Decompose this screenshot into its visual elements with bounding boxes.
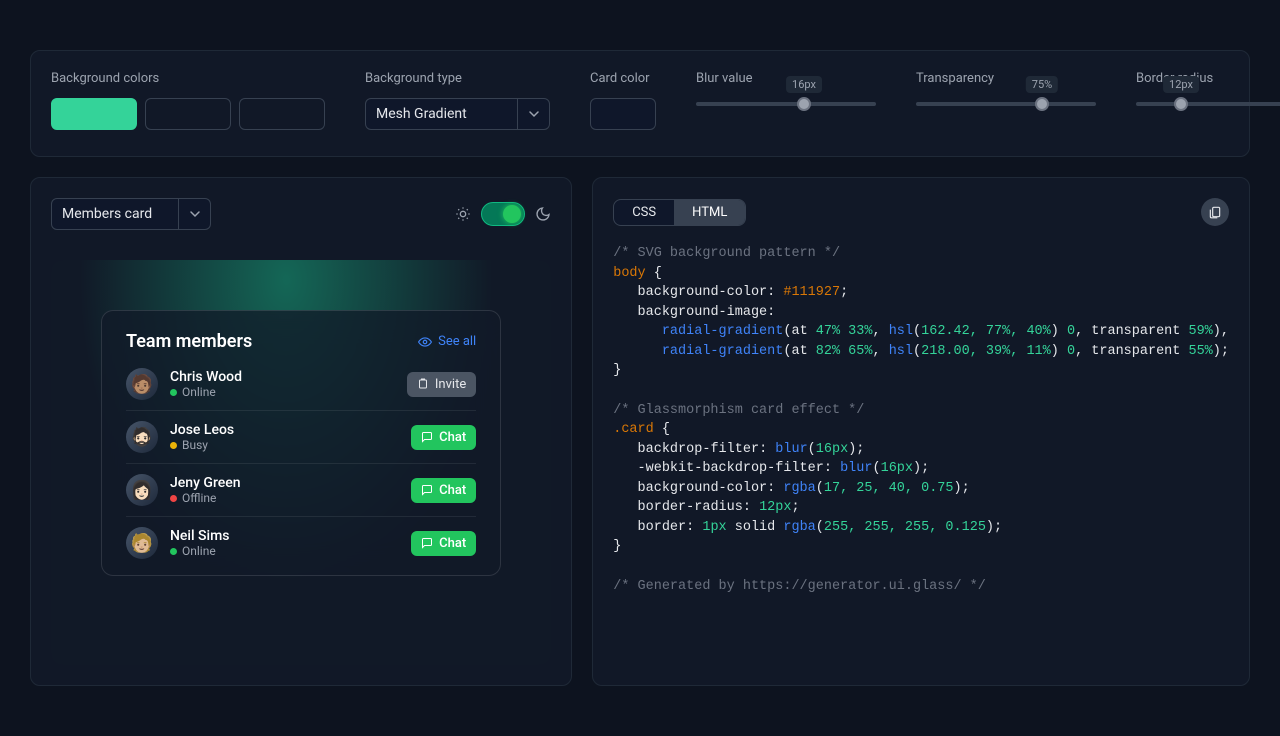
chat-icon [421, 431, 433, 443]
transparency-slider[interactable]: 75% [916, 98, 1096, 106]
code-tabs: CSS HTML [613, 199, 746, 226]
member-status: Busy [170, 438, 234, 452]
avatar: 👩🏻 [126, 474, 158, 506]
slider-thumb[interactable] [1174, 97, 1188, 111]
invite-icon [417, 378, 429, 390]
member-name: Jose Leos [170, 422, 234, 438]
card-color-group: Card color [590, 71, 656, 130]
member-row: 🧑🏽 Chris WoodOnline Invite [126, 358, 476, 410]
glass-card: Team members See all 🧑🏽Chris WoodOnlineI… [101, 310, 501, 576]
card-color-swatch[interactable] [590, 98, 656, 130]
transparency-value-badge: 75% [1026, 76, 1058, 93]
action-label: Chat [439, 430, 466, 445]
card-type-select[interactable]: Members card [51, 198, 211, 230]
controls-panel: Background colors Background type Mesh G… [30, 50, 1250, 157]
invite-button[interactable]: Invite [407, 372, 476, 397]
status-dot-icon [170, 442, 177, 449]
member-status: Offline [170, 491, 241, 505]
bg-color-swatch-1[interactable] [51, 98, 137, 130]
action-label: Chat [439, 483, 466, 498]
member-name: Chris Wood [170, 369, 242, 385]
theme-switch [455, 202, 551, 226]
bg-type-select[interactable]: Mesh Gradient [365, 98, 550, 130]
bg-type-label: Background type [365, 71, 550, 86]
eye-icon [418, 335, 432, 349]
bg-type-value: Mesh Gradient [376, 106, 467, 122]
chevron-down-icon [178, 199, 210, 229]
slider-thumb[interactable] [797, 97, 811, 111]
action-label: Chat [439, 536, 466, 551]
tab-html[interactable]: HTML [674, 200, 745, 225]
chat-button[interactable]: Chat [411, 425, 476, 450]
card-type-value: Members card [62, 206, 152, 222]
code-output: /* SVG background pattern */ body { back… [613, 244, 1229, 596]
avatar: 🧔🏻 [126, 421, 158, 453]
bg-color-swatches [51, 98, 325, 130]
chat-icon [421, 537, 433, 549]
bg-type-group: Background type Mesh Gradient [365, 71, 550, 130]
dark-mode-toggle[interactable] [481, 202, 525, 226]
chat-button[interactable]: Chat [411, 531, 476, 556]
slider-thumb[interactable] [1035, 97, 1049, 111]
blur-slider[interactable]: 16px [696, 98, 876, 106]
radius-group: Border radius 12px [1136, 71, 1280, 106]
bg-colors-group: Background colors [51, 71, 325, 130]
member-row: 🧔🏻 Jose LeosBusy Chat [126, 410, 476, 463]
bg-color-swatch-2[interactable] [145, 98, 231, 130]
see-all-link[interactable]: See all [418, 334, 476, 349]
chat-icon [421, 484, 433, 496]
bg-colors-label: Background colors [51, 71, 325, 86]
member-name: Jeny Green [170, 475, 241, 491]
member-status: Online [170, 385, 242, 399]
avatar: 🧑🏽 [126, 368, 158, 400]
member-status: Online [170, 544, 230, 558]
tab-css[interactable]: CSS [614, 200, 674, 225]
chevron-down-icon [517, 99, 549, 129]
radius-label: Border radius [1136, 71, 1280, 86]
card-color-label: Card color [590, 71, 656, 86]
preview-panel: Members card Team members [30, 177, 572, 686]
clipboard-icon [1208, 205, 1222, 219]
status-dot-icon [170, 548, 177, 555]
member-row: 👩🏻 Jeny GreenOffline Chat [126, 463, 476, 516]
avatar: 🧑🏼 [126, 527, 158, 559]
see-all-label: See all [438, 334, 476, 349]
chat-button[interactable]: Chat [411, 478, 476, 503]
radius-slider[interactable]: 12px [1136, 98, 1280, 106]
member-row: 🧑🏼 Neil SimsOnline Chat [126, 516, 476, 569]
blur-value-badge: 16px [786, 76, 822, 93]
copy-button[interactable] [1201, 198, 1229, 226]
card-title: Team members [126, 331, 252, 352]
member-name: Neil Sims [170, 528, 230, 544]
status-dot-icon [170, 389, 177, 396]
preview-canvas: Team members See all 🧑🏽Chris WoodOnlineI… [51, 260, 551, 665]
transparency-group: Transparency 75% [916, 71, 1096, 106]
moon-icon [535, 206, 551, 222]
radius-value-badge: 12px [1163, 76, 1199, 93]
blur-group: Blur value 16px [696, 71, 876, 106]
code-panel: CSS HTML /* SVG background pattern */ bo… [592, 177, 1250, 686]
bg-color-swatch-3[interactable] [239, 98, 325, 130]
action-label: Invite [435, 377, 466, 392]
sun-icon [455, 206, 471, 222]
transparency-label: Transparency [916, 71, 1096, 86]
status-dot-icon [170, 495, 177, 502]
